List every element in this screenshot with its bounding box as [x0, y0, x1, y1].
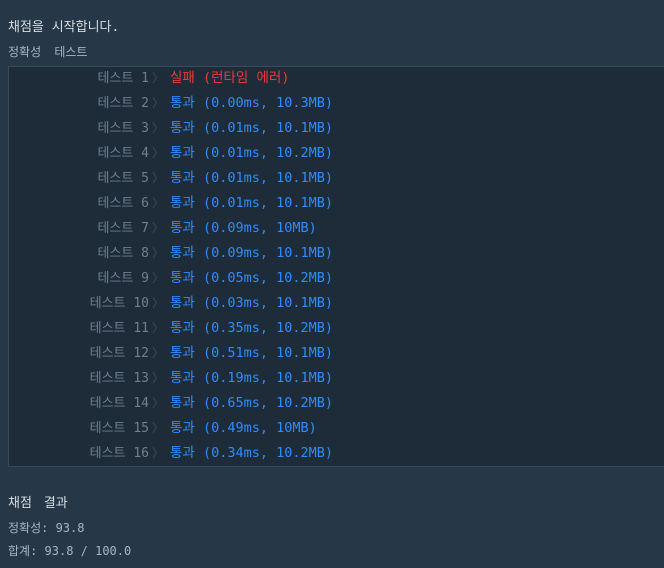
- test-name: 테스트 8: [97, 246, 149, 261]
- accuracy-score: 정확성: 93.8: [8, 521, 85, 535]
- test-result-pass: 통과 (0.09ms, 10MB): [170, 220, 317, 236]
- test-result-fail: 실패 (런타임 에러): [170, 70, 290, 86]
- test-row: 테스트 2 〉 통과 (0.00ms, 10.3MB): [9, 91, 664, 116]
- test-name: 테스트 15: [89, 421, 149, 436]
- test-results-panel: 테스트 1 〉 실패 (런타임 에러) 테스트 2 〉 통과 (0.00ms, 10.3M…: [8, 66, 664, 467]
- test-result-pass: 통과 (0.49ms, 10MB): [170, 420, 317, 436]
- test-name: 테스트 6: [97, 196, 149, 211]
- test-row: 테스트 13 〉 통과 (0.19ms, 10.1MB): [9, 366, 664, 391]
- test-row: 테스트 1 〉 실패 (런타임 에러): [9, 66, 664, 91]
- start-message: 채점을 시작합니다.: [8, 20, 120, 35]
- test-result-pass: 통과 (0.19ms, 10.1MB): [170, 370, 334, 386]
- test-name: 테스트 3: [97, 121, 149, 136]
- chevron-right-icon: 〉: [151, 221, 164, 235]
- test-row: 테스트 9 〉 통과 (0.05ms, 10.2MB): [9, 266, 664, 291]
- test-name: 테스트 14: [89, 396, 149, 411]
- test-result-pass: 통과 (0.65ms, 10.2MB): [170, 395, 334, 411]
- test-row: 테스트 10 〉 통과 (0.03ms, 10.1MB): [9, 291, 664, 316]
- chevron-right-icon: 〉: [151, 246, 164, 260]
- test-result-pass: 통과 (0.34ms, 10.2MB): [170, 445, 334, 461]
- test-row: 테스트 12 〉 통과 (0.51ms, 10.1MB): [9, 341, 664, 366]
- test-row: 테스트 6 〉 통과 (0.01ms, 10.1MB): [9, 191, 664, 216]
- test-name: 테스트 1: [97, 71, 149, 86]
- test-name: 테스트 16: [89, 446, 149, 461]
- grading-output: 채점을 시작합니다. 정확성 테스트 테스트 1 〉 실패 (런타임 에러) 테스트 …: [0, 0, 664, 568]
- chevron-right-icon: 〉: [151, 196, 164, 210]
- section-label: 정확성 테스트: [8, 45, 88, 59]
- test-name: 테스트 7: [97, 221, 149, 236]
- test-result-pass: 통과 (0.51ms, 10.1MB): [170, 345, 334, 361]
- test-name: 테스트 4: [97, 146, 149, 161]
- chevron-right-icon: 〉: [151, 321, 164, 335]
- chevron-right-icon: 〉: [151, 346, 164, 360]
- test-name: 테스트 10: [89, 296, 149, 311]
- test-result-pass: 통과 (0.01ms, 10.1MB): [170, 120, 334, 136]
- test-result-pass: 통과 (0.03ms, 10.1MB): [170, 295, 334, 311]
- test-result-pass: 통과 (0.01ms, 10.1MB): [170, 195, 334, 211]
- chevron-right-icon: 〉: [151, 271, 164, 285]
- total-score: 합계: 93.8 / 100.0: [8, 544, 132, 558]
- test-row: 테스트 7 〉 통과 (0.09ms, 10MB): [9, 216, 664, 241]
- test-name: 테스트 9: [97, 271, 149, 286]
- test-result-pass: 통과 (0.05ms, 10.2MB): [170, 270, 334, 286]
- test-row: 테스트 8 〉 통과 (0.09ms, 10.1MB): [9, 241, 664, 266]
- test-result-pass: 통과 (0.09ms, 10.1MB): [170, 245, 334, 261]
- chevron-right-icon: 〉: [151, 396, 164, 410]
- chevron-right-icon: 〉: [151, 296, 164, 310]
- test-result-pass: 통과 (0.35ms, 10.2MB): [170, 320, 334, 336]
- test-result-pass: 통과 (0.01ms, 10.1MB): [170, 170, 334, 186]
- test-name: 테스트 12: [89, 346, 149, 361]
- chevron-right-icon: 〉: [151, 421, 164, 435]
- test-row: 테스트 14 〉 통과 (0.65ms, 10.2MB): [9, 391, 664, 416]
- test-name: 테스트 5: [97, 171, 149, 186]
- test-row: 테스트 3 〉 통과 (0.01ms, 10.1MB): [9, 116, 664, 141]
- test-row: 테스트 15 〉 통과 (0.49ms, 10MB): [9, 416, 664, 441]
- test-row: 테스트 16 〉 통과 (0.34ms, 10.2MB): [9, 441, 664, 466]
- chevron-right-icon: 〉: [151, 371, 164, 385]
- chevron-right-icon: 〉: [151, 446, 164, 460]
- test-name: 테스트 11: [89, 321, 149, 336]
- test-result-pass: 통과 (0.00ms, 10.3MB): [170, 95, 334, 111]
- test-result-pass: 통과 (0.01ms, 10.2MB): [170, 145, 334, 161]
- test-row: 테스트 5 〉 통과 (0.01ms, 10.1MB): [9, 166, 664, 191]
- test-row: 테스트 11 〉 통과 (0.35ms, 10.2MB): [9, 316, 664, 341]
- chevron-right-icon: 〉: [151, 71, 164, 85]
- test-name: 테스트 2: [97, 96, 149, 111]
- test-name: 테스트 13: [89, 371, 149, 386]
- chevron-right-icon: 〉: [151, 171, 164, 185]
- chevron-right-icon: 〉: [151, 96, 164, 110]
- summary-title: 채점 결과: [8, 496, 68, 511]
- chevron-right-icon: 〉: [151, 146, 164, 160]
- test-row: 테스트 4 〉 통과 (0.01ms, 10.2MB): [9, 141, 664, 166]
- chevron-right-icon: 〉: [151, 121, 164, 135]
